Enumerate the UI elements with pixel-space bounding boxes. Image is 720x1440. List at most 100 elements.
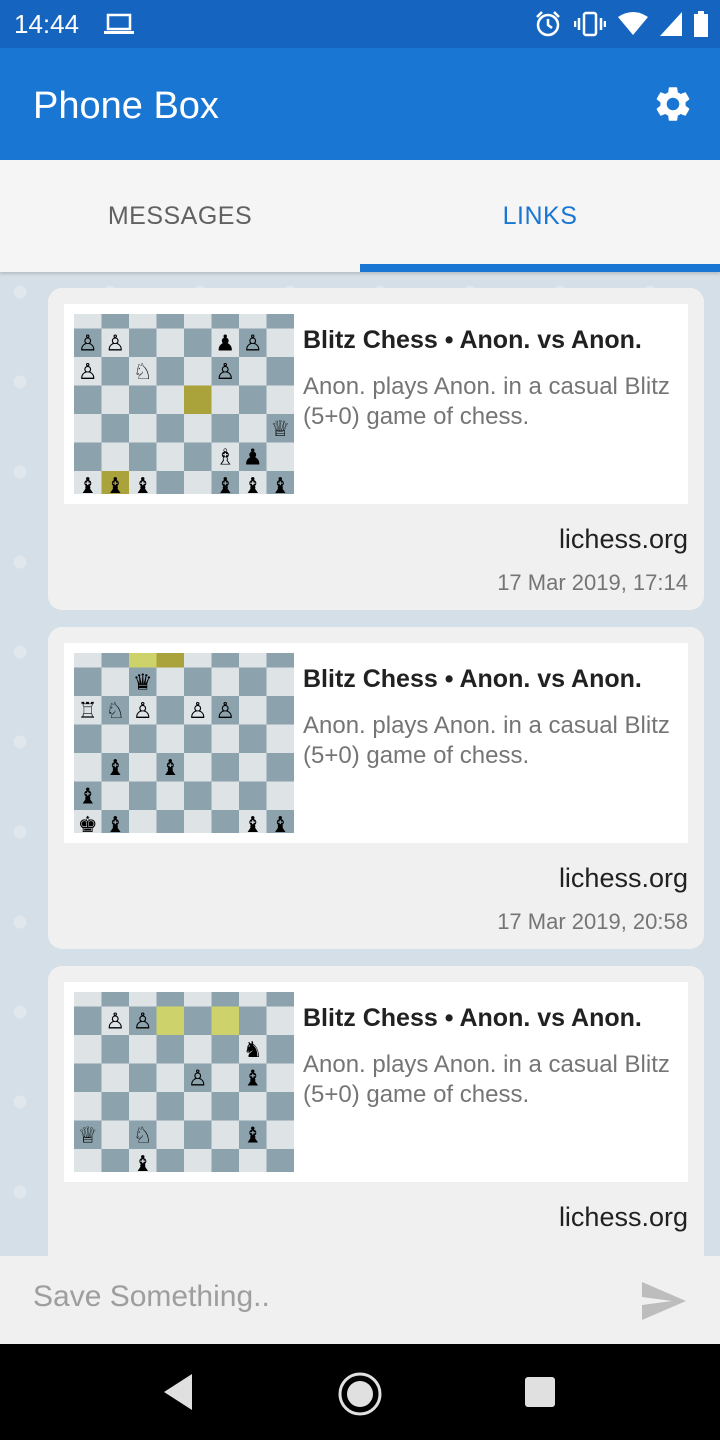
board-square (239, 653, 267, 668)
board-square (211, 314, 239, 329)
chess-piece: ♙ (188, 1067, 208, 1092)
board-square (266, 724, 294, 753)
board-square (184, 328, 212, 357)
link-card[interactable]: ♙ ♙ ♞ ♙ ♝ ♕ ♘ ♝ ♝ Blitz Chess • Anon. vs Anon. A… (48, 966, 704, 1256)
board-square (101, 1149, 129, 1172)
chess-board-thumbnail: ♙ ♙ ♟ ♙ ♙ ♘ ♙ ♕ ♗ ♟ ♝ ♝ ♝ ♝ ♝ ♝ (74, 314, 294, 494)
board-square (239, 414, 267, 443)
board-square (211, 1120, 239, 1149)
vibrate-icon (574, 11, 606, 37)
chess-piece: ♙ (215, 699, 235, 724)
board-square (266, 1092, 294, 1121)
board-square (129, 1035, 157, 1064)
board-square (156, 1006, 184, 1035)
board-square (239, 696, 267, 725)
link-card[interactable]: ♛ ♖ ♘ ♙ ♙ ♙ ♝ ♝ ♝ ♚ ♝ ♝ ♝ Blitz Chess • Anon. vs Ano… (48, 627, 704, 949)
board-square (239, 1149, 267, 1172)
board-square (184, 314, 212, 329)
signal-icon (660, 12, 682, 36)
board-square (74, 667, 102, 696)
board-square (156, 314, 184, 329)
board-square (101, 442, 129, 471)
chess-piece: ♙ (188, 699, 208, 724)
link-preview[interactable]: ♙ ♙ ♟ ♙ ♙ ♘ ♙ ♕ ♗ ♟ ♝ ♝ ♝ ♝ ♝ ♝ Blitz Chess • Anon. vs … (64, 304, 688, 504)
tab-messages[interactable]: MESSAGES (0, 160, 360, 272)
board-square (101, 385, 129, 414)
board-square (211, 1006, 239, 1035)
board-square (129, 314, 157, 329)
board-square (266, 1006, 294, 1035)
board-square (74, 1092, 102, 1121)
board-square (129, 724, 157, 753)
chess-piece: ♝ (160, 756, 180, 781)
chess-piece: ♙ (215, 360, 235, 385)
chess-piece: ♝ (105, 813, 125, 833)
board-square (156, 442, 184, 471)
chess-piece: ♙ (78, 360, 98, 385)
board-square (129, 385, 157, 414)
alarm-icon (536, 11, 560, 37)
chess-piece: ♗ (215, 446, 235, 471)
recents-icon[interactable] (524, 1376, 556, 1408)
board-square (74, 1006, 102, 1035)
tab-links[interactable]: LINKS (360, 160, 720, 272)
board-square (266, 1035, 294, 1064)
board-square (101, 1120, 129, 1149)
chess-piece: ♚ (78, 813, 98, 833)
board-square (266, 753, 294, 782)
chess-board-thumbnail: ♛ ♖ ♘ ♙ ♙ ♙ ♝ ♝ ♝ ♚ ♝ ♝ ♝ (74, 653, 294, 833)
board-square (211, 753, 239, 782)
board-square (74, 385, 102, 414)
board-square (211, 385, 239, 414)
board-square (101, 357, 129, 386)
board-square (129, 992, 157, 1007)
link-date: 17 Mar 2019, 17:14 (497, 570, 688, 595)
link-card[interactable]: ♙ ♙ ♟ ♙ ♙ ♘ ♙ ♕ ♗ ♟ ♝ ♝ ♝ ♝ ♝ ♝ Blitz Chess • Anon. vs … (48, 288, 704, 610)
wifi-icon (618, 12, 648, 35)
board-square (101, 653, 129, 668)
chess-piece: ♘ (105, 699, 125, 724)
board-square (184, 414, 212, 443)
board-square (101, 667, 129, 696)
chess-piece: ♙ (133, 699, 153, 724)
board-square (239, 385, 267, 414)
board-square (129, 781, 157, 810)
links-list[interactable]: ♙ ♙ ♟ ♙ ♙ ♘ ♙ ♕ ♗ ♟ ♝ ♝ ♝ ♝ ♝ ♝ Blitz Chess • Anon. vs … (0, 272, 720, 1256)
chess-piece: ♝ (243, 1124, 263, 1149)
chess-piece: ♙ (78, 332, 98, 357)
board-square (266, 1063, 294, 1092)
chess-piece: ♕ (270, 417, 290, 442)
chess-piece: ♝ (243, 474, 263, 494)
board-square (101, 1092, 129, 1121)
message-input[interactable]: Save Something.. (33, 1280, 270, 1314)
link-domain: lichess.org (558, 863, 688, 893)
compose-bar: Save Something.. (0, 1256, 720, 1344)
board-square (184, 1035, 212, 1064)
laptop-icon (104, 13, 134, 34)
board-square (156, 357, 184, 386)
home-icon[interactable] (336, 1370, 384, 1418)
settings-gear-icon[interactable] (652, 83, 694, 125)
board-square (266, 1149, 294, 1172)
system-nav-bar (0, 1344, 720, 1440)
board-square (211, 1092, 239, 1121)
board-square (211, 810, 239, 833)
link-preview[interactable]: ♛ ♖ ♘ ♙ ♙ ♙ ♝ ♝ ♝ ♚ ♝ ♝ ♝ Blitz Chess • Anon. vs Ano… (64, 643, 688, 843)
chess-piece: ♕ (78, 1124, 98, 1149)
board-square (101, 1035, 129, 1064)
chess-piece: ♝ (270, 474, 290, 494)
board-square (266, 992, 294, 1007)
status-time: 14:44 (14, 9, 80, 39)
link-description: Anon. plays Anon. in a casual Blitz (5+0… (303, 712, 670, 769)
link-domain: lichess.org (558, 524, 688, 554)
board-square (239, 781, 267, 810)
link-title: Blitz Chess • Anon. vs Anon. (303, 665, 642, 693)
board-square (266, 696, 294, 725)
link-preview[interactable]: ♙ ♙ ♞ ♙ ♝ ♕ ♘ ♝ ♝ Blitz Chess • Anon. vs Anon. A… (64, 982, 688, 1182)
app-title: Phone Box (33, 85, 219, 127)
back-icon[interactable] (162, 1372, 194, 1412)
board-square (266, 357, 294, 386)
send-icon[interactable] (642, 1282, 686, 1320)
chess-piece: ♙ (105, 1010, 125, 1035)
board-square (156, 414, 184, 443)
